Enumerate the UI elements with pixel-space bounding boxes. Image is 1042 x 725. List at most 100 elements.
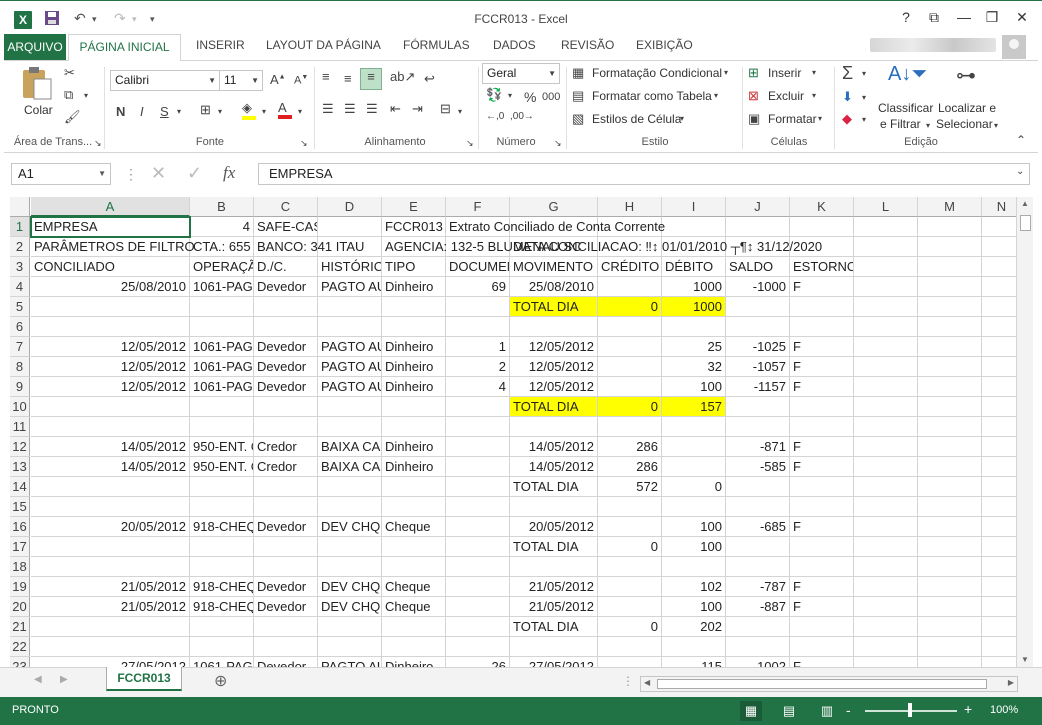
- cell-j13[interactable]: -585: [726, 457, 790, 477]
- cell-g10[interactable]: TOTAL DIA: [510, 397, 598, 417]
- underline-button[interactable]: S: [160, 104, 169, 119]
- cell-f11[interactable]: [446, 417, 510, 437]
- column-header-g[interactable]: G: [510, 197, 598, 217]
- tab-home[interactable]: PÁGINA INICIAL: [68, 34, 181, 61]
- cell-n20[interactable]: [982, 597, 1016, 617]
- cell-f8[interactable]: 2: [446, 357, 510, 377]
- row-header-6[interactable]: 6: [10, 317, 30, 337]
- cell-m17[interactable]: [918, 537, 982, 557]
- cell-a21[interactable]: [31, 617, 190, 637]
- cell-g2[interactable]: DATA CONCILIACAO: ‼↕ 01/01/2010 ┬¶↕ 31/1…: [510, 237, 822, 257]
- cell-l13[interactable]: [854, 457, 918, 477]
- cell-l8[interactable]: [854, 357, 918, 377]
- cell-i23[interactable]: 115: [662, 657, 726, 667]
- cell-h18[interactable]: [598, 557, 662, 577]
- borders-icon[interactable]: ⊞: [200, 102, 211, 118]
- cell-m2[interactable]: [918, 237, 982, 257]
- clear-dropdown-icon[interactable]: ▾: [862, 115, 866, 124]
- cell-n2[interactable]: [982, 237, 1016, 257]
- format-painter-icon[interactable]: 🖌: [64, 109, 81, 125]
- cell-d6[interactable]: [318, 317, 382, 337]
- cell-l18[interactable]: [854, 557, 918, 577]
- cell-d15[interactable]: [318, 497, 382, 517]
- cell-b15[interactable]: [190, 497, 254, 517]
- normal-view-icon[interactable]: ▦: [740, 701, 762, 721]
- column-header-k[interactable]: K: [790, 197, 854, 217]
- cell-k5[interactable]: [790, 297, 854, 317]
- scroll-right-icon[interactable]: ▶: [1008, 678, 1014, 687]
- cell-b7[interactable]: 1061-PAGAMENTO: [190, 337, 254, 357]
- cell-m10[interactable]: [918, 397, 982, 417]
- cell-c3[interactable]: D./C.: [254, 257, 318, 277]
- font-color-dropdown-icon[interactable]: ▾: [298, 107, 302, 116]
- cell-l11[interactable]: [854, 417, 918, 437]
- conditional-formatting-button[interactable]: ▦ Formatação Condicional ▾: [572, 65, 742, 85]
- cell-e19[interactable]: Cheque: [382, 577, 446, 597]
- cell-c10[interactable]: [254, 397, 318, 417]
- cell-a10[interactable]: [31, 397, 190, 417]
- cell-e6[interactable]: [382, 317, 446, 337]
- horizontal-scroll-thumb[interactable]: [657, 679, 987, 689]
- cell-b18[interactable]: [190, 557, 254, 577]
- column-header-a[interactable]: A: [31, 197, 190, 217]
- vertical-scroll-thumb[interactable]: [1020, 215, 1031, 231]
- cell-d13[interactable]: BAIXA CAIXA: [318, 457, 382, 477]
- cell-h21[interactable]: 0: [598, 617, 662, 637]
- cell-g13[interactable]: 14/05/2012: [510, 457, 598, 477]
- cell-c15[interactable]: [254, 497, 318, 517]
- cell-c7[interactable]: Devedor: [254, 337, 318, 357]
- cell-d23[interactable]: PAGTO AUTO: [318, 657, 382, 667]
- column-header-b[interactable]: B: [190, 197, 254, 217]
- cell-d1[interactable]: [318, 217, 382, 237]
- cell-l21[interactable]: [854, 617, 918, 637]
- cell-k22[interactable]: [790, 637, 854, 657]
- cell-j12[interactable]: -871: [726, 437, 790, 457]
- cell-c9[interactable]: Devedor: [254, 377, 318, 397]
- cell-m18[interactable]: [918, 557, 982, 577]
- cell-h4[interactable]: [598, 277, 662, 297]
- cell-i4[interactable]: 1000: [662, 277, 726, 297]
- expand-formula-icon[interactable]: ⌄: [1016, 166, 1024, 177]
- row-header-2[interactable]: 2: [10, 237, 30, 257]
- cell-l14[interactable]: [854, 477, 918, 497]
- fill-icon[interactable]: ⬇: [842, 89, 853, 105]
- cell-h19[interactable]: [598, 577, 662, 597]
- horizontal-scrollbar[interactable]: ◀ ▶: [640, 676, 1018, 692]
- cell-h20[interactable]: [598, 597, 662, 617]
- cell-h23[interactable]: [598, 657, 662, 667]
- cell-b17[interactable]: [190, 537, 254, 557]
- cell-c21[interactable]: [254, 617, 318, 637]
- cell-e7[interactable]: Dinheiro: [382, 337, 446, 357]
- cell-g4[interactable]: 25/08/2010: [510, 277, 598, 297]
- cell-m6[interactable]: [918, 317, 982, 337]
- cell-f13[interactable]: [446, 457, 510, 477]
- row-header-14[interactable]: 14: [10, 477, 30, 497]
- cell-l15[interactable]: [854, 497, 918, 517]
- cell-f20[interactable]: [446, 597, 510, 617]
- zoom-in-button[interactable]: +: [964, 701, 972, 717]
- bold-button[interactable]: N: [116, 104, 125, 119]
- cell-i21[interactable]: 202: [662, 617, 726, 637]
- cell-c1[interactable]: SAFE-CASH - EMPRESA: [254, 217, 318, 237]
- cell-e14[interactable]: [382, 477, 446, 497]
- cell-i22[interactable]: [662, 637, 726, 657]
- cell-a20[interactable]: 21/05/2012: [31, 597, 190, 617]
- cell-m21[interactable]: [918, 617, 982, 637]
- cell-n1[interactable]: [982, 217, 1016, 237]
- cell-a19[interactable]: 21/05/2012: [31, 577, 190, 597]
- row-header-11[interactable]: 11: [10, 417, 30, 437]
- cell-g11[interactable]: [510, 417, 598, 437]
- cell-m7[interactable]: [918, 337, 982, 357]
- currency-dropdown-icon[interactable]: ▾: [508, 91, 512, 100]
- cell-l20[interactable]: [854, 597, 918, 617]
- cell-n17[interactable]: [982, 537, 1016, 557]
- column-header-h[interactable]: H: [598, 197, 662, 217]
- cell-h12[interactable]: 286: [598, 437, 662, 457]
- scroll-left-icon[interactable]: ◀: [644, 678, 650, 687]
- row-header-7[interactable]: 7: [10, 337, 30, 357]
- cell-n21[interactable]: [982, 617, 1016, 637]
- format-as-table-button[interactable]: ▤ Formatar como Tabela ▾: [572, 88, 742, 108]
- spreadsheet-grid[interactable]: ABCDEFGHIJKLMN1EMPRESA4SAFE-CASH - EMPRE…: [10, 197, 1016, 667]
- cell-f7[interactable]: 1: [446, 337, 510, 357]
- cell-n23[interactable]: [982, 657, 1016, 667]
